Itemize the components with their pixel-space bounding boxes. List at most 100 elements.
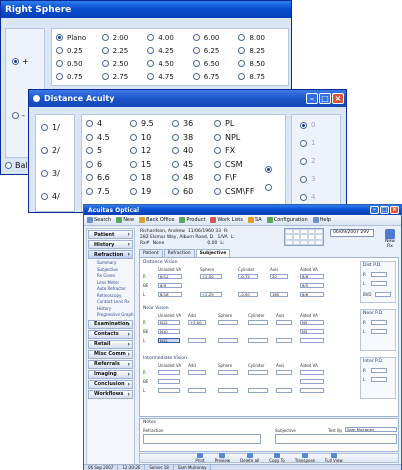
sphere-radio[interactable] [147,60,155,67]
acuity-plus-option[interactable]: 0 [300,121,315,129]
toolbar-sa-button[interactable]: SA [248,217,262,223]
acuity-radio[interactable] [86,187,93,195]
toolbar-product-button[interactable]: Product [179,217,205,223]
acuity-plus-radio[interactable] [300,121,307,129]
tab-refraction[interactable]: Refraction [163,249,195,257]
acuity-option[interactable]: 48 [172,171,214,185]
pd-field[interactable] [371,329,387,334]
distance-vision-field[interactable]: -0.75 [238,274,258,279]
acuity-option[interactable]: 5 [86,144,130,158]
pd-field[interactable] [371,281,387,286]
near-vision-field[interactable] [248,320,268,325]
sphere-radio[interactable] [192,47,200,54]
acuity-option[interactable]: F\F [214,171,274,185]
near-vision-field[interactable]: N5 [300,329,324,334]
acuity-radio[interactable] [214,160,221,168]
acuity-denominator-option[interactable]: 3/ [41,169,60,178]
acuity-denominator-option[interactable]: 4/ [41,192,60,201]
acuity-radio[interactable] [86,147,93,155]
acuity-denominator-radio[interactable] [41,124,48,131]
acuity-plus-radio[interactable] [300,193,307,201]
acuity-mid-radio[interactable] [265,166,272,173]
acuity-denominator-option[interactable]: 2/ [41,146,60,155]
acuity-radio[interactable] [130,174,137,182]
sign-minus-radio[interactable] [12,112,19,119]
sphere-option[interactable]: 4.75 [147,70,193,83]
sphere-radio[interactable] [192,73,200,80]
sphere-radio[interactable] [238,73,246,80]
sphere-option[interactable]: 8.00 [238,31,284,44]
intermediate-vision-field[interactable] [248,388,268,393]
sidebar-item-misc-comm[interactable]: Misc Comm [88,349,133,359]
sphere-option[interactable]: 8.25 [238,44,284,57]
subjective-notes-textarea[interactable] [275,434,397,444]
acuity-radio[interactable] [86,160,93,168]
acuity-option[interactable]: 45 [172,158,214,172]
toolbar-help-button[interactable]: Help [312,217,331,223]
intermediate-vision-field[interactable] [276,388,292,393]
sphere-radio[interactable] [101,73,109,80]
sphere-radio[interactable] [101,34,109,41]
acuity-radio[interactable] [214,133,221,141]
acuity-radio[interactable] [130,133,137,141]
sphere-option[interactable]: 8.75 [238,70,284,83]
tab-subjective[interactable]: Subjective [195,249,231,257]
acuity-option[interactable]: 7.5 [86,185,130,199]
distance-vision-field[interactable]: 160 [270,292,288,297]
sphere-option[interactable]: 6.50 [192,57,239,70]
near-vision-field[interactable]: +2.00 [188,320,206,325]
sphere-radio[interactable] [192,34,200,41]
near-vision-field[interactable]: N5 [300,320,324,325]
acuity-plus-radio[interactable] [300,175,307,183]
refraction-notes-textarea[interactable] [143,434,261,444]
near-vision-field[interactable] [276,338,292,343]
sphere-radio[interactable] [56,73,63,80]
acuity-plus-option[interactable]: 4 [300,193,315,201]
acuity-radio[interactable] [172,174,179,182]
sidebar-item-history[interactable]: History [88,240,133,249]
sphere-radio[interactable] [147,34,155,41]
acuity-option[interactable]: 4 [86,117,130,131]
acuity-radio[interactable] [130,120,137,128]
acuity-option[interactable]: 6 [86,158,130,172]
sphere-radio[interactable] [147,47,155,54]
distance-vision-field[interactable]: +2.50 [200,274,222,279]
distance-vision-field[interactable]: 6/5 [300,283,324,288]
appointment-grid[interactable] [284,228,324,246]
acuity-option[interactable]: FX [214,144,274,158]
pd-field[interactable] [371,368,387,373]
near-vision-field[interactable] [188,338,206,343]
sphere-option[interactable]: 6.00 [192,31,239,44]
distance-vision-field[interactable]: 6/6 [300,292,324,297]
intermediate-vision-field[interactable] [276,370,292,375]
sign-minus-option[interactable]: - [12,111,25,120]
distance-vision-field[interactable]: 20 [270,274,288,279]
test-by-select[interactable]: Sam Mulroney [345,427,397,432]
sphere-option[interactable]: 2.75 [101,70,148,83]
sidebar-item-retail[interactable]: Retail [88,339,133,349]
acuity-radio[interactable] [172,120,179,128]
bal-option[interactable]: Bal [5,161,28,170]
acuity-option[interactable]: 12 [130,144,172,158]
acuity-radio[interactable] [86,120,93,128]
sphere-option[interactable]: 2.25 [101,44,148,57]
toolbar-search-button[interactable]: Search [87,217,111,223]
acuity-radio[interactable] [86,174,93,182]
acuity-option[interactable]: 6.6 [86,171,130,185]
bvd-field[interactable] [375,292,391,297]
acuity-plus-radio[interactable] [300,139,307,147]
sign-plus-radio[interactable] [12,58,19,65]
acuity-plus-option[interactable]: 1 [300,139,315,147]
acuity-mid-option[interactable] [265,184,272,191]
acuity-option[interactable]: 18 [130,171,172,185]
sidebar-item-patient[interactable]: Patient [88,230,133,239]
acuity-radio[interactable] [130,160,137,168]
acuity-option[interactable]: 36 [172,117,214,131]
acuity-radio[interactable] [214,147,221,155]
sphere-radio[interactable] [238,47,246,54]
sphere-radio[interactable] [56,47,63,54]
sphere-option[interactable]: 4.50 [147,57,193,70]
near-vision-field[interactable] [276,320,292,325]
sphere-radio[interactable] [101,47,109,54]
near-vision-field[interactable] [300,338,324,343]
